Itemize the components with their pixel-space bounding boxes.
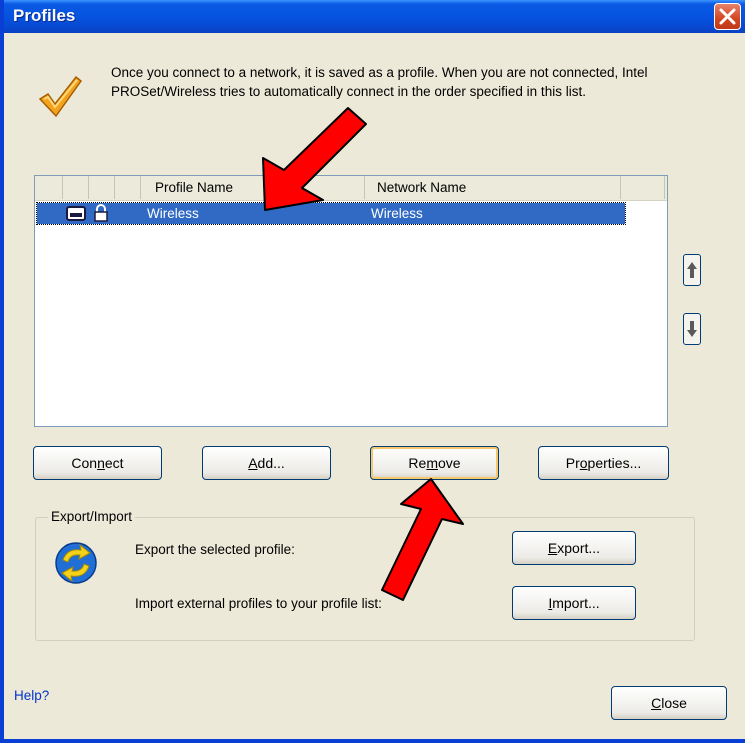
annotation-arrow-profile (262, 107, 367, 211)
annotation-overlay (262, 107, 464, 601)
annotation-arrow-remove (381, 478, 464, 601)
